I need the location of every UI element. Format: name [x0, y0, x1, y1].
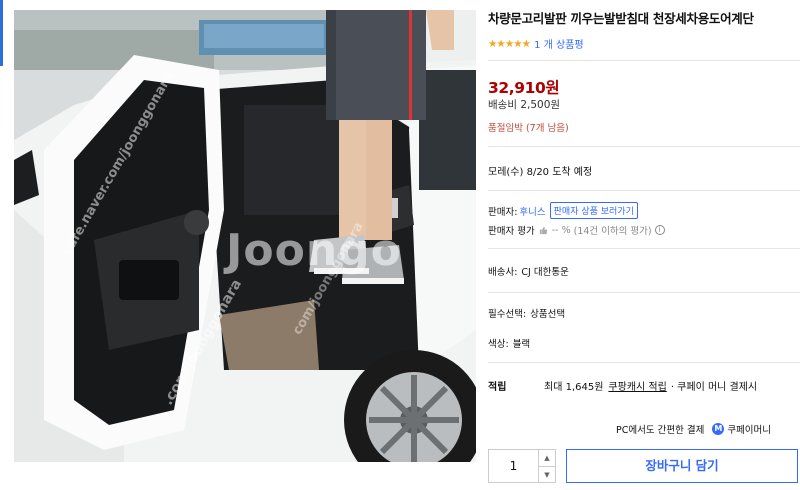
- courier-row: 배송사: CJ 대한통운: [488, 264, 569, 278]
- product-photo: [14, 10, 476, 462]
- divider: [488, 362, 800, 363]
- quantity-decrease-icon[interactable]: ▼: [539, 466, 555, 483]
- seller-label: 판매자:: [488, 206, 518, 218]
- points-label: 적립: [488, 382, 507, 393]
- left-accent-bar: [0, 0, 3, 66]
- stock-notice: 품절임박 (7개 남음): [488, 123, 569, 134]
- coupay-money-label: 쿠페이머니: [727, 425, 772, 436]
- pc-payment-text: PC에서도 간편한 결제: [616, 425, 705, 436]
- required-option-label: 필수선택:: [488, 309, 527, 320]
- product-title: 차량문고리발판 끼우는발받침대 천장세차용도어계단: [488, 11, 754, 26]
- courier-value: CJ 대한통운: [521, 267, 569, 278]
- points-row: 적립 최대 1,645원 쿠팡캐시 적립 · 쿠페이 머니 결제시: [488, 378, 757, 393]
- courier-label: 배송사:: [488, 267, 518, 278]
- quantity-input[interactable]: 1: [489, 450, 539, 482]
- info-icon[interactable]: i: [654, 225, 665, 235]
- delivery-date: 모레(수) 8/20 도착 예정: [488, 167, 593, 178]
- coupay-money-icon: M: [712, 423, 725, 435]
- star-rating-icon: ★★★★★: [488, 37, 531, 50]
- price: 32,910원: [488, 79, 560, 97]
- divider: [488, 146, 800, 147]
- seller-name-link[interactable]: 후니스: [519, 204, 545, 218]
- product-image: Joongo cafe.naver.com/joonggonara .com/j…: [0, 0, 478, 470]
- pc-payment-row: PC에서도 간편한 결제 M 쿠페이머니: [616, 422, 771, 436]
- seller-rating-row: 판매자 평가 -- % (14건 이하의 평가) i: [488, 223, 665, 237]
- color-value[interactable]: 블랙: [513, 336, 530, 350]
- points-max: 최대 1,645원: [544, 382, 604, 393]
- seller-row: 판매자: 후니스 판매자 상품 보러가기: [488, 202, 638, 219]
- divider: [488, 60, 800, 61]
- quantity-arrows: ▲ ▼: [539, 450, 555, 482]
- points-suffix: · 쿠페이 머니 결제시: [670, 382, 758, 393]
- seller-rating-value: -- %: [551, 224, 571, 236]
- divider: [488, 190, 800, 191]
- required-option-row[interactable]: 필수선택: 상품선택: [488, 306, 565, 320]
- divider: [488, 248, 800, 249]
- quantity-stepper[interactable]: 1 ▲ ▼: [488, 449, 556, 483]
- coupang-cash-link[interactable]: 쿠팡캐시 적립: [608, 378, 666, 393]
- thumbs-up-icon: [539, 226, 547, 234]
- add-to-cart-button[interactable]: 장바구니 담기: [566, 449, 798, 483]
- review-count-link[interactable]: 1 개 상품평: [534, 36, 584, 51]
- seller-rating-note: (14건 이하의 평가): [573, 226, 652, 237]
- product-info-panel: 차량문고리발판 끼우는발받침대 천장세차용도어계단 ★★★★★ 1 개 상품평 …: [488, 0, 800, 490]
- product-rating: ★★★★★ 1 개 상품평: [488, 36, 584, 52]
- shipping-fee: 배송비 2,500원: [488, 99, 561, 111]
- seller-rating-label: 판매자 평가: [488, 226, 535, 237]
- required-option-value[interactable]: 상품선택: [530, 306, 565, 320]
- divider: [488, 292, 800, 293]
- seller-products-button[interactable]: 판매자 상품 보러가기: [549, 202, 638, 219]
- color-option-row[interactable]: 색상: 블랙: [488, 336, 530, 350]
- color-label: 색상:: [488, 339, 509, 350]
- quantity-increase-icon[interactable]: ▲: [539, 450, 555, 466]
